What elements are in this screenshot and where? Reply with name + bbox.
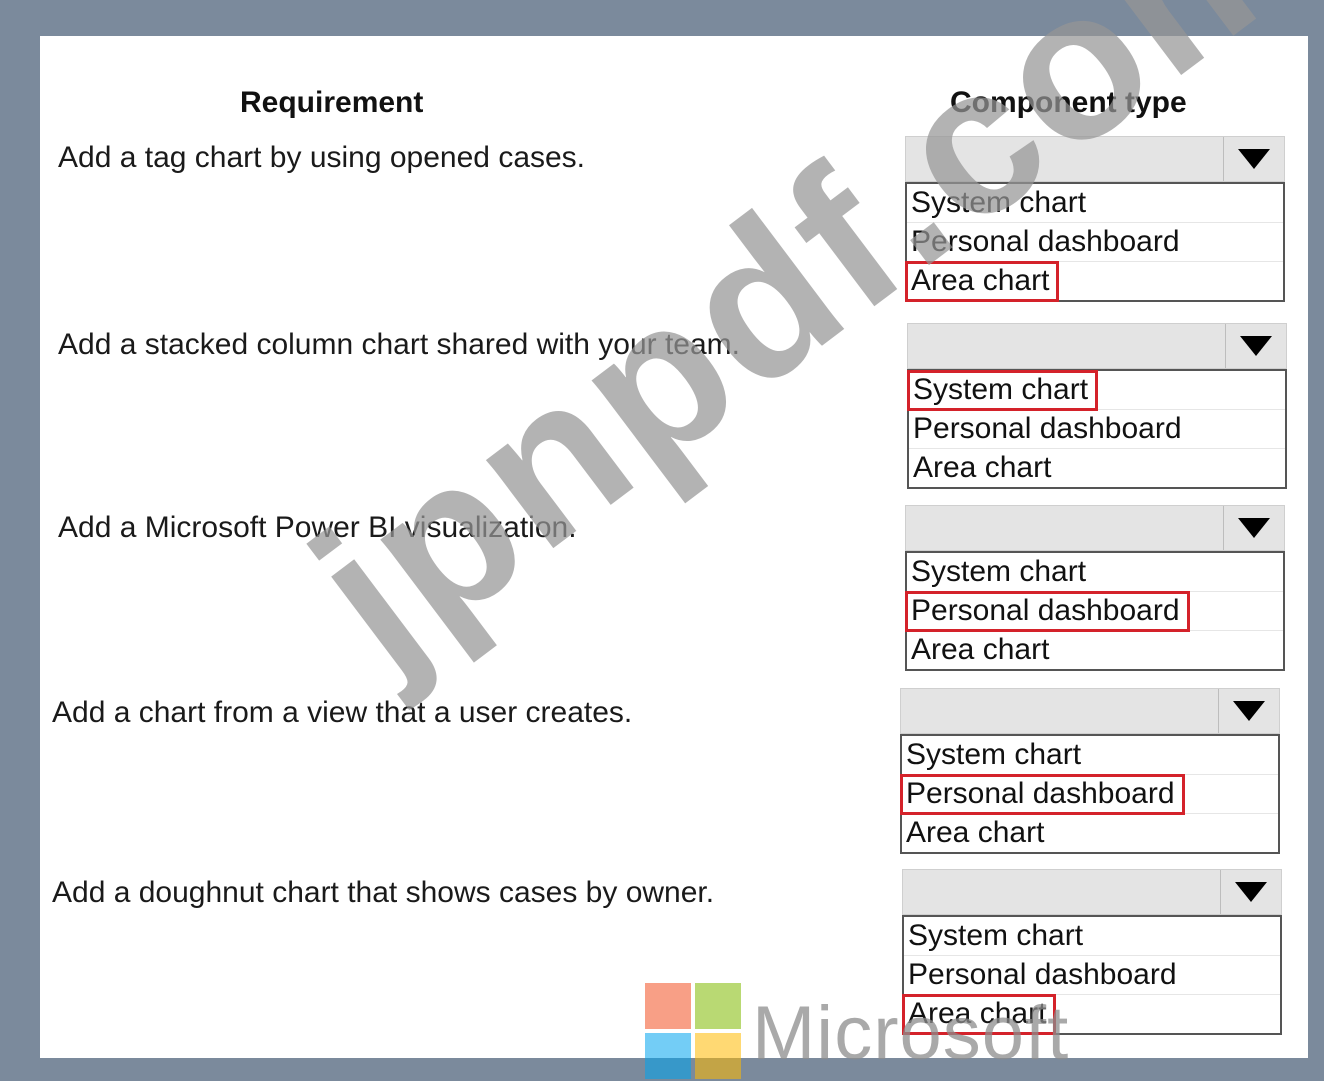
triangle-down-icon <box>1233 701 1265 721</box>
option-area-chart[interactable]: Area chart <box>902 814 1278 852</box>
dropdown-arrow[interactable] <box>1225 324 1286 368</box>
requirement-header: Requirement <box>240 86 424 119</box>
triangle-down-icon <box>1238 149 1270 169</box>
component-dropdown[interactable]: System chart Personal dashboard Area cha… <box>900 688 1280 854</box>
requirement-text: Add a tag chart by using opened cases. <box>58 141 586 174</box>
triangle-down-icon <box>1235 882 1267 902</box>
option-personal-dashboard[interactable]: Personal dashboard <box>900 774 1278 815</box>
component-dropdown[interactable]: System chart Personal dashboard Area cha… <box>904 136 1285 302</box>
dropdown-header[interactable] <box>905 136 1285 182</box>
requirement-text: Add a chart from a view that a user crea… <box>52 696 633 729</box>
requirement-text: Add a stacked column chart shared with y… <box>58 328 741 361</box>
dropdown-arrow[interactable] <box>1218 689 1279 733</box>
dropdown-arrow[interactable] <box>1223 137 1284 181</box>
dropdown-header[interactable] <box>902 869 1282 915</box>
component-dropdown[interactable]: System chart Personal dashboard Area cha… <box>905 505 1285 671</box>
option-system-chart[interactable]: System chart <box>904 917 1280 956</box>
dropdown-arrow[interactable] <box>1220 870 1281 914</box>
option-system-chart[interactable]: System chart <box>902 736 1278 775</box>
component-type-header: Component type <box>950 86 1187 119</box>
option-system-chart[interactable]: System chart <box>907 184 1283 223</box>
dropdown-list: System chart Personal dashboard Area cha… <box>904 182 1285 302</box>
requirement-text: Add a Microsoft Power BI visualization. <box>58 511 577 544</box>
logo-square-red <box>645 983 691 1029</box>
dropdown-list: System chart Personal dashboard Area cha… <box>900 734 1280 854</box>
option-personal-dashboard[interactable]: Personal dashboard <box>907 223 1283 262</box>
option-system-chart[interactable]: System chart <box>906 370 1285 411</box>
logo-square-green <box>695 983 741 1029</box>
question-panel: Requirement Component type Add a tag cha… <box>40 36 1308 1058</box>
microsoft-logo-icon <box>645 983 743 1081</box>
dropdown-header[interactable] <box>907 323 1287 369</box>
option-personal-dashboard[interactable]: Personal dashboard <box>909 410 1285 449</box>
triangle-down-icon <box>1240 336 1272 356</box>
component-dropdown[interactable]: System chart Personal dashboard Area cha… <box>906 323 1287 489</box>
requirement-text: Add a doughnut chart that shows cases by… <box>52 876 715 909</box>
logo-square-blue <box>645 1033 691 1079</box>
triangle-down-icon <box>1238 518 1270 538</box>
dropdown-list: System chart Personal dashboard Area cha… <box>906 369 1287 489</box>
option-area-chart[interactable]: Area chart <box>904 261 1283 302</box>
option-area-chart[interactable]: Area chart <box>909 449 1285 487</box>
option-system-chart[interactable]: System chart <box>907 553 1283 592</box>
dropdown-header[interactable] <box>900 688 1280 734</box>
dropdown-header[interactable] <box>905 505 1285 551</box>
microsoft-wordmark: Microsoft <box>752 991 1070 1076</box>
dropdown-list: System chart Personal dashboard Area cha… <box>905 551 1285 671</box>
dropdown-arrow[interactable] <box>1223 506 1284 550</box>
option-personal-dashboard[interactable]: Personal dashboard <box>905 591 1283 632</box>
logo-square-yellow <box>695 1033 741 1079</box>
option-area-chart[interactable]: Area chart <box>907 631 1283 669</box>
